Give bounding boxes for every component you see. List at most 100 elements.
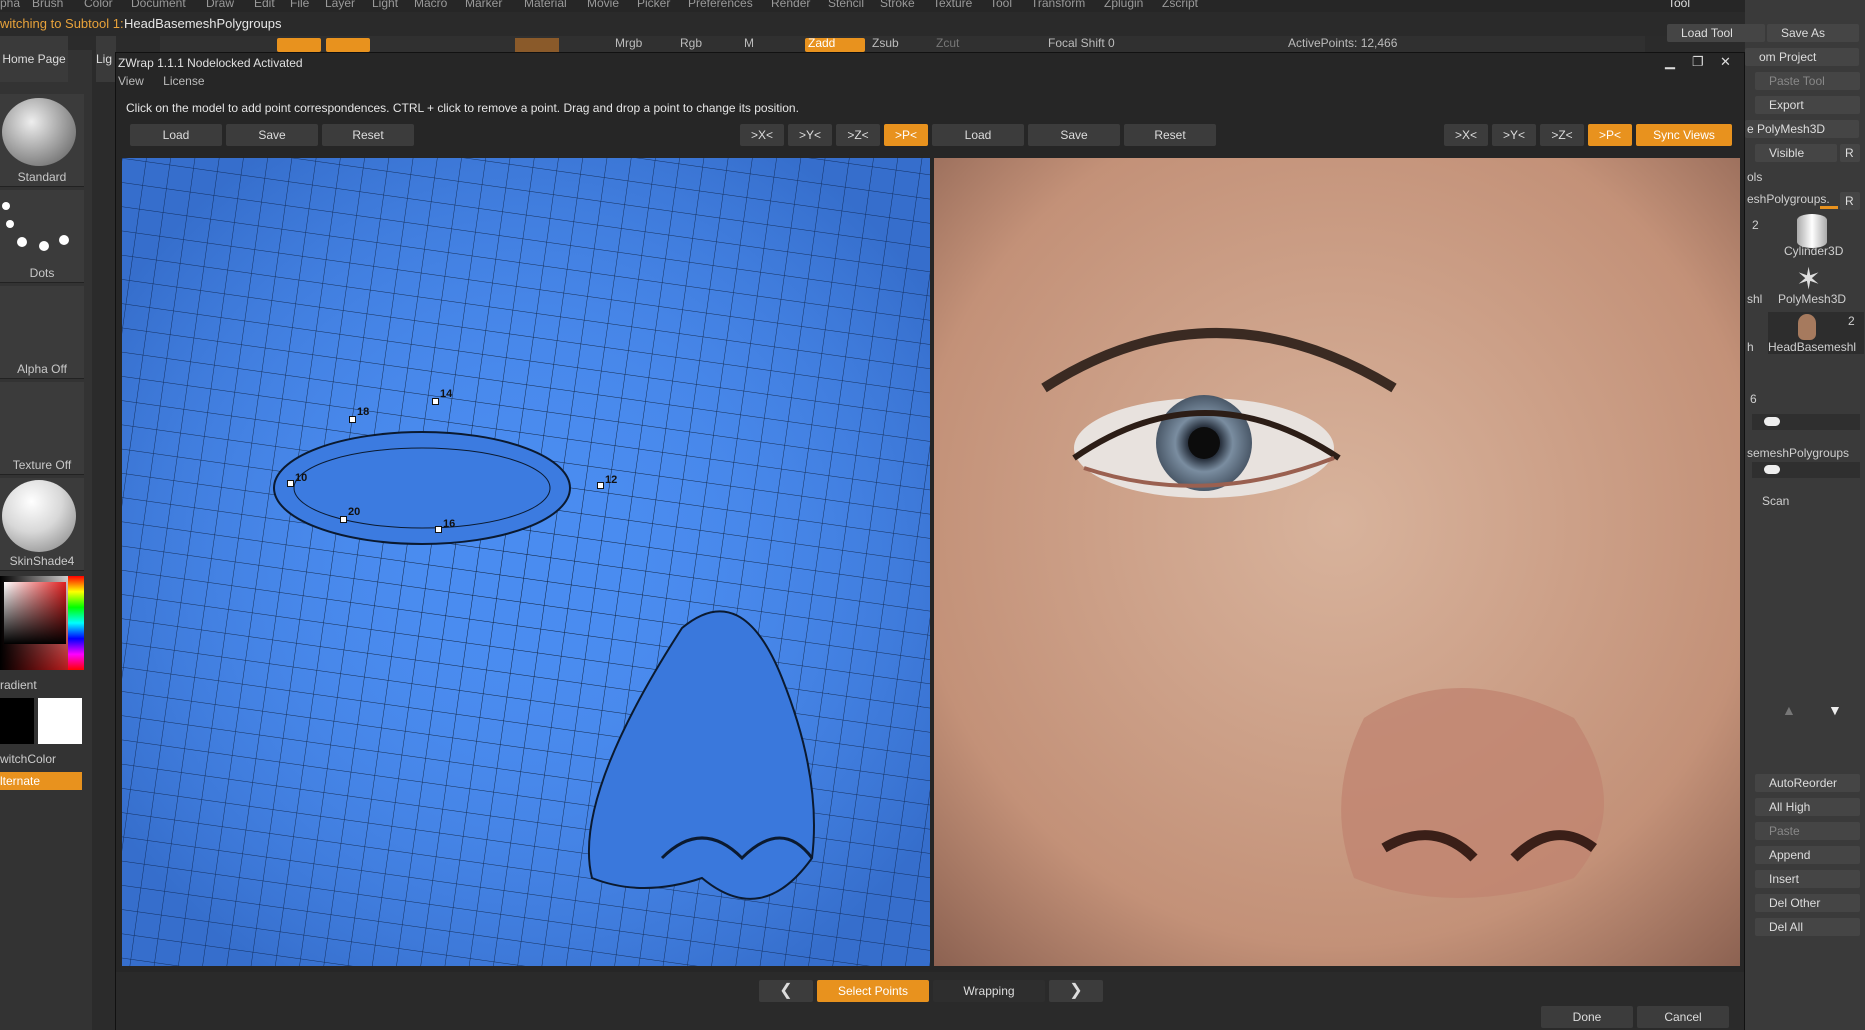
subtool-item-name[interactable]: semeshPolygroups (1747, 446, 1849, 460)
cancel-button[interactable]: Cancel (1637, 1006, 1729, 1028)
alpha-picker[interactable]: Alpha Off (0, 286, 84, 379)
restore-icon[interactable]: ❐ (1692, 54, 1704, 70)
chevron-right-icon[interactable]: ❯ (1049, 980, 1103, 1002)
point-marker[interactable] (340, 516, 347, 523)
minimize-icon[interactable]: ▁ (1665, 54, 1675, 70)
menu-light[interactable]: Light (372, 0, 398, 10)
menu-stencil[interactable]: Stencil (828, 0, 864, 10)
right-save-button[interactable]: Save (1028, 124, 1120, 146)
point-marker[interactable] (432, 398, 439, 405)
switch-color-button[interactable]: witchColor (0, 752, 56, 766)
menu-movie[interactable]: Movie (587, 0, 619, 10)
load-tool-button[interactable]: Load Tool (1667, 24, 1765, 42)
right-y-view-button[interactable]: >Y< (1492, 124, 1536, 146)
draw-mode-button[interactable] (326, 38, 370, 52)
left-y-view-button[interactable]: >Y< (788, 124, 832, 146)
texture-picker[interactable]: Texture Off (0, 382, 84, 475)
basemesh-viewport[interactable]: 14 18 10 12 20 16 (122, 158, 930, 966)
menu-picker[interactable]: Picker (637, 0, 670, 10)
insert-button[interactable]: Insert (1755, 870, 1860, 888)
menu-zplugin[interactable]: Zplugin (1104, 0, 1143, 10)
append-button[interactable]: Append (1755, 846, 1860, 864)
eye-toggle-icon-2[interactable] (1764, 465, 1780, 474)
zsub-toggle[interactable]: Zsub (872, 36, 899, 50)
menu-render[interactable]: Render (771, 0, 810, 10)
select-points-tab[interactable]: Select Points (817, 980, 929, 1002)
menu-marker[interactable]: Marker (465, 0, 502, 10)
menu-layer[interactable]: Layer (325, 0, 355, 10)
zcut-toggle[interactable]: Zcut (936, 36, 959, 50)
left-x-view-button[interactable]: >X< (740, 124, 784, 146)
left-p-view-button[interactable]: >P< (884, 124, 928, 146)
left-reset-button[interactable]: Reset (322, 124, 414, 146)
material-picker[interactable]: SkinShade4 (0, 478, 84, 571)
menu-texture[interactable]: Texture (933, 0, 972, 10)
menu-alpha[interactable]: pha (0, 0, 20, 10)
close-icon[interactable]: ✕ (1720, 54, 1731, 70)
menu-transform[interactable]: Transform (1031, 0, 1085, 10)
autoreorder-button[interactable]: AutoReorder (1755, 774, 1860, 792)
paste-tool-button[interactable]: Paste Tool (1755, 72, 1860, 90)
right-load-button[interactable]: Load (932, 124, 1024, 146)
m-toggle[interactable]: M (744, 36, 754, 50)
right-p-view-button[interactable]: >P< (1588, 124, 1632, 146)
import-from-project-button[interactable]: om Project (1745, 48, 1859, 66)
point-marker[interactable] (435, 526, 442, 533)
arrow-down-icon[interactable]: ▼ (1828, 702, 1842, 718)
menu-edit[interactable]: Edit (254, 0, 275, 10)
tool-r-button[interactable]: R (1840, 192, 1860, 210)
chevron-left-icon[interactable]: ❮ (759, 980, 813, 1002)
left-z-view-button[interactable]: >Z< (836, 124, 880, 146)
export-button[interactable]: Export (1755, 96, 1860, 114)
gradient-label[interactable]: radient (0, 678, 37, 692)
rgb-toggle[interactable]: Rgb (680, 36, 702, 50)
menu-license[interactable]: License (163, 74, 204, 88)
point-marker[interactable] (287, 480, 294, 487)
right-reset-button[interactable]: Reset (1124, 124, 1216, 146)
save-as-button[interactable]: Save As (1767, 24, 1859, 42)
menu-file[interactable]: File (290, 0, 309, 10)
main-color-swatch[interactable] (38, 698, 82, 744)
focal-shift-slider[interactable]: Focal Shift 0 (1048, 36, 1115, 50)
menu-macro[interactable]: Macro (414, 0, 447, 10)
mrgb-toggle[interactable]: Mrgb (615, 36, 642, 50)
home-page-button[interactable]: Home Page (0, 36, 68, 82)
visible-r-button[interactable]: R (1840, 144, 1860, 162)
subtool-row-2[interactable] (1752, 462, 1860, 478)
brush-picker[interactable]: Standard (0, 94, 84, 187)
right-z-view-button[interactable]: >Z< (1540, 124, 1584, 146)
sync-views-button[interactable]: Sync Views (1636, 124, 1732, 146)
lightbox-button[interactable]: Lig (96, 36, 116, 82)
menu-tool[interactable]: Tool (990, 0, 1012, 10)
make-polymesh3d-button[interactable]: e PolyMesh3D (1745, 120, 1859, 138)
menu-stroke[interactable]: Stroke (880, 0, 915, 10)
menu-preferences[interactable]: Preferences (688, 0, 753, 10)
left-save-button[interactable]: Save (226, 124, 318, 146)
left-load-button[interactable]: Load (130, 124, 222, 146)
hue-strip[interactable] (68, 576, 84, 670)
point-marker[interactable] (597, 482, 604, 489)
color-picker[interactable] (0, 576, 84, 670)
eye-toggle-icon[interactable] (1764, 417, 1780, 426)
done-button[interactable]: Done (1541, 1006, 1633, 1028)
visible-button[interactable]: Visible (1755, 144, 1837, 162)
right-x-view-button[interactable]: >X< (1444, 124, 1488, 146)
all-high-button[interactable]: All High (1755, 798, 1860, 816)
stroke-picker[interactable]: Dots (0, 190, 84, 283)
subtool-row-1[interactable] (1752, 414, 1860, 430)
secondary-color-swatch[interactable] (0, 698, 34, 744)
menu-material[interactable]: Material (524, 0, 567, 10)
menu-document[interactable]: Document (131, 0, 186, 10)
del-other-button[interactable]: Del Other (1755, 894, 1860, 912)
color-square[interactable] (4, 582, 66, 644)
menu-zscript[interactable]: Zscript (1162, 0, 1198, 10)
wrapping-tab[interactable]: Wrapping (933, 980, 1045, 1002)
scan-subtool[interactable]: Scan (1762, 494, 1789, 508)
arrow-up-icon[interactable]: ▲ (1782, 702, 1796, 718)
menu-color[interactable]: Color (84, 0, 113, 10)
edit-mode-button[interactable] (277, 38, 321, 52)
menu-view[interactable]: View (118, 74, 144, 88)
menu-draw[interactable]: Draw (206, 0, 234, 10)
point-marker[interactable] (349, 416, 356, 423)
paste-button[interactable]: Paste (1755, 822, 1860, 840)
